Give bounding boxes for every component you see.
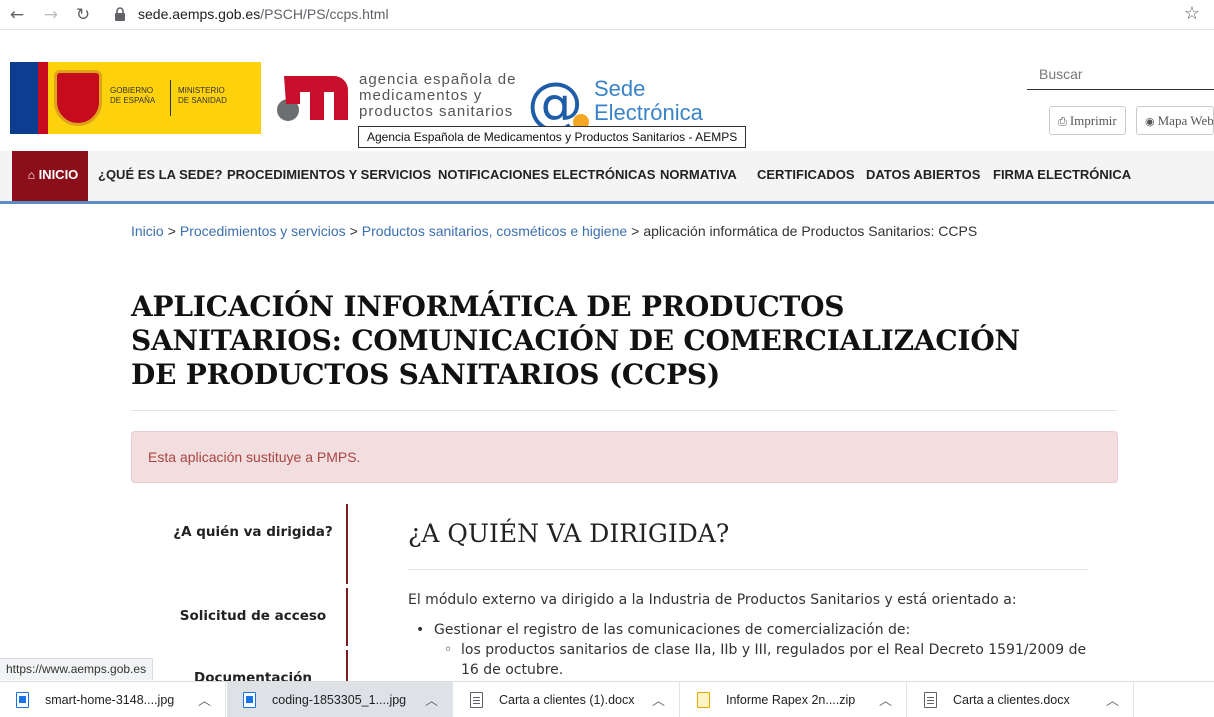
nav-firma-electronica[interactable]: FIRMA ELECTRÓNICA <box>993 151 1131 201</box>
chevron-up-icon[interactable]: ︿ <box>879 690 892 709</box>
breadcrumb-separator: > <box>167 223 176 239</box>
breadcrumb-inicio[interactable]: Inicio <box>131 223 164 239</box>
image-file-icon <box>16 692 29 708</box>
zip-file-icon <box>697 692 710 708</box>
main-navigation: ⌂ INICIO ¿QUÉ ES LA SEDE? PROCEDIMIENTOS… <box>0 151 1214 204</box>
link-status-url: https://www.aemps.gob.es <box>0 658 154 680</box>
download-name: coding-1853305_1....jpg <box>272 693 407 707</box>
chevron-up-icon[interactable]: ︿ <box>425 690 438 709</box>
image-file-icon <box>243 692 256 708</box>
breadcrumb-procedimientos[interactable]: Procedimientos y servicios <box>180 223 346 239</box>
gov-divider <box>170 80 171 116</box>
search-input[interactable] <box>1027 58 1214 90</box>
breadcrumb: Inicio > Procedimientos y servicios > Produc… <box>131 223 977 239</box>
download-item[interactable]: coding-1853305_1....jpg ︿ <box>227 682 453 717</box>
sitemap-label: Mapa Web <box>1157 113 1214 128</box>
breadcrumb-current: aplicación informática de Productos Sani… <box>643 223 978 239</box>
sub-list-item: los productos sanitarios de clase IIa, I… <box>444 640 1104 680</box>
sitemap-button[interactable]: ◉ Mapa Web <box>1136 106 1214 135</box>
breadcrumb-separator: > <box>631 223 640 239</box>
nav-procedimientos[interactable]: PROCEDIMIENTOS Y SERVICIOS <box>227 151 431 201</box>
home-icon: ⌂ <box>27 168 35 182</box>
list-item: Gestionar el registro de las comunicacio… <box>416 620 910 640</box>
tab-solicitud-de-acceso[interactable]: Solicitud de acceso <box>160 588 348 646</box>
intro-paragraph: El módulo externo va dirigido a la Indus… <box>408 592 1017 608</box>
gov-text-ministerio: MINISTERIO DE SANIDAD <box>178 86 227 105</box>
sede-electronica-logo-icon[interactable]: @ <box>527 74 591 132</box>
nav-normativa[interactable]: NORMATIVA <box>660 151 737 201</box>
download-name: Informe Rapex 2n....zip <box>726 693 856 707</box>
list-item-text: Gestionar el registro de las comunicacio… <box>434 622 911 638</box>
breadcrumb-productos[interactable]: Productos sanitarios, cosméticos e higie… <box>362 223 627 239</box>
eu-flag-strip <box>10 62 38 134</box>
url-host: sede.aemps.gob.es <box>138 6 261 22</box>
url-path: /PSCH/PS/ccps.html <box>260 6 389 22</box>
print-label: Imprimir <box>1069 113 1117 128</box>
globe-icon: ◉ <box>1145 116 1155 128</box>
print-button[interactable]: ⎙ Imprimir <box>1049 106 1126 135</box>
nav-home[interactable]: ⌂ INICIO <box>12 151 88 201</box>
download-item[interactable]: Carta a clientes (1).docx ︿ <box>454 682 680 717</box>
agency-name: agencia española de medicamentos y produ… <box>359 71 517 120</box>
nav-datos-abiertos[interactable]: DATOS ABIERTOS <box>866 151 980 201</box>
download-name: smart-home-3148....jpg <box>45 693 175 707</box>
download-item[interactable]: smart-home-3148....jpg ︿ <box>0 682 226 717</box>
title-divider <box>131 410 1117 411</box>
chevron-up-icon[interactable]: ︿ <box>198 690 211 709</box>
page-title: APLICACIÓN INFORMÁTICA DE PRODUCTOS SANI… <box>131 290 1020 391</box>
document-file-icon <box>924 692 937 708</box>
tab-a-quien-va-dirigida[interactable]: ¿A quién va dirigida? <box>160 504 348 584</box>
forward-arrow-icon[interactable]: → <box>40 4 62 26</box>
sede-electronica-text: Sede Electrónica <box>594 76 703 125</box>
nav-certificados[interactable]: CERTIFICADOS <box>757 151 855 201</box>
nav-que-es-la-sede[interactable]: ¿QUÉ ES LA SEDE? <box>98 151 222 201</box>
section-heading: ¿A QUIÉN VA DIRIGIDA? <box>408 519 730 548</box>
download-shelf: smart-home-3148....jpg ︿ coding-1853305_… <box>0 681 1214 717</box>
flag-red-strip <box>38 62 48 134</box>
address-bar[interactable]: sede.aemps.gob.es/PSCH/PS/ccps.html <box>138 6 389 22</box>
printer-icon: ⎙ <box>1058 116 1067 128</box>
download-item[interactable]: Informe Rapex 2n....zip ︿ <box>681 682 907 717</box>
coat-of-arms-icon <box>54 70 102 126</box>
gov-text-gobierno: GOBIERNO DE ESPAÑA <box>110 86 156 105</box>
section-divider <box>408 569 1088 570</box>
document-file-icon <box>470 692 483 708</box>
download-name: Carta a clientes.docx <box>953 693 1070 707</box>
breadcrumb-separator: > <box>349 223 358 239</box>
download-name: Carta a clientes (1).docx <box>499 693 635 707</box>
gobierno-logo[interactable]: GOBIERNO DE ESPAÑA MINISTERIO DE SANIDAD <box>10 62 261 134</box>
alert-message: Esta aplicación sustituye a PMPS. <box>131 431 1118 483</box>
nav-notificaciones[interactable]: NOTIFICACIONES ELECTRÓNICAS <box>438 151 655 201</box>
chevron-up-icon[interactable]: ︿ <box>1106 690 1119 709</box>
chevron-up-icon[interactable]: ︿ <box>652 690 665 709</box>
back-arrow-icon[interactable]: ← <box>6 4 28 26</box>
download-item[interactable]: Carta a clientes.docx ︿ <box>908 682 1134 717</box>
aemps-logo-icon[interactable] <box>276 70 356 126</box>
logo-tooltip: Agencia Española de Medicamentos y Produ… <box>358 126 747 148</box>
lock-icon <box>115 7 125 21</box>
bookmark-star-icon[interactable]: ☆ <box>1184 3 1200 24</box>
nav-home-label: INICIO <box>38 167 79 182</box>
browser-toolbar: ← → ↻ sede.aemps.gob.es/PSCH/PS/ccps.htm… <box>0 0 1214 30</box>
reload-icon[interactable]: ↻ <box>72 4 94 26</box>
